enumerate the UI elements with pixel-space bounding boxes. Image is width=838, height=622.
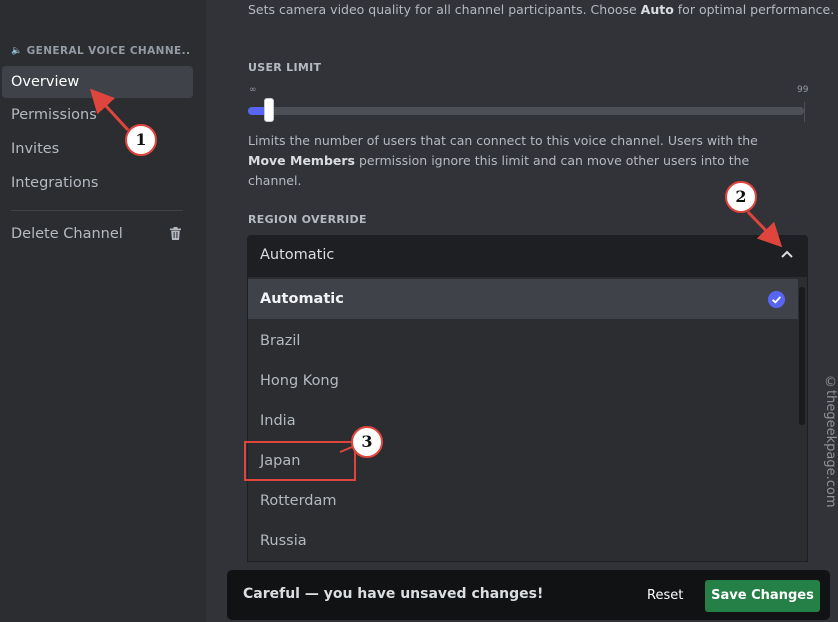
region-option-automatic[interactable]: Automatic <box>248 279 798 319</box>
channel-name: GENERAL VOICE CHANNE... <box>26 45 191 57</box>
slider-max-tick <box>804 102 805 122</box>
check-circle-icon <box>768 291 785 308</box>
region-option-label: Automatic <box>260 291 344 307</box>
region-option-hong-kong[interactable]: Hong Kong <box>248 361 798 401</box>
region-override-label: REGION OVERRIDE <box>248 213 367 226</box>
channel-header: 🔈 GENERAL VOICE CHANNE... <box>11 45 191 57</box>
video-quality-text-post: for optimal performance. <box>673 2 835 17</box>
region-option-russia[interactable]: Russia <box>248 521 798 561</box>
sidebar-item-overview[interactable]: Overview <box>2 66 193 98</box>
speaker-icon: 🔈 <box>11 46 23 56</box>
delete-channel-label: Delete Channel <box>11 226 123 242</box>
sidebar-item-invites[interactable]: Invites <box>2 133 193 165</box>
unsaved-changes-message: Careful — you have unsaved changes! <box>243 586 544 602</box>
reset-button[interactable]: Reset <box>639 580 691 612</box>
step-badge-2: 2 <box>725 181 757 213</box>
region-select-value: Automatic <box>260 247 335 263</box>
user-limit-text-pre: Limits the number of users that can conn… <box>248 133 758 148</box>
region-select[interactable]: Automatic <box>247 235 808 277</box>
region-dropdown: Automatic Brazil Hong Kong India Japan R… <box>247 277 808 562</box>
video-quality-description: Sets camera video quality for all channe… <box>248 2 834 17</box>
region-option-rotterdam[interactable]: Rotterdam <box>248 481 798 521</box>
sidebar-item-permissions[interactable]: Permissions <box>2 99 193 131</box>
unsaved-changes-notice: Careful — you have unsaved changes! Rese… <box>227 570 830 620</box>
user-limit-text-bold: Move Members <box>248 153 355 168</box>
region-option-india[interactable]: India <box>248 401 798 441</box>
settings-sidebar: 🔈 GENERAL VOICE CHANNE... Overview Permi… <box>0 0 206 622</box>
chevron-up-icon <box>781 250 793 258</box>
sidebar-item-integrations[interactable]: Integrations <box>2 167 193 199</box>
user-limit-slider-thumb[interactable] <box>264 98 274 122</box>
step-badge-1: 1 <box>125 124 157 156</box>
trash-icon <box>170 227 181 240</box>
save-changes-button[interactable]: Save Changes <box>705 580 820 612</box>
step-badge-3: 3 <box>351 426 383 458</box>
sidebar-divider <box>11 210 183 211</box>
user-limit-label: USER LIMIT <box>248 61 322 74</box>
slider-min-label: ∞ <box>249 85 257 95</box>
region-option-brazil[interactable]: Brazil <box>248 321 798 361</box>
user-limit-description: Limits the number of users that can conn… <box>248 131 793 191</box>
watermark: ©thegeekpage.com <box>823 375 838 508</box>
slider-max-label: 99 <box>797 85 809 95</box>
video-quality-text-pre: Sets camera video quality for all channe… <box>248 2 641 17</box>
sidebar-item-delete-channel[interactable]: Delete Channel <box>2 218 193 250</box>
japan-highlight-box <box>244 441 356 481</box>
video-quality-text-bold: Auto <box>640 2 674 17</box>
dropdown-scrollbar[interactable] <box>799 287 805 425</box>
user-limit-slider-track[interactable] <box>248 107 804 115</box>
